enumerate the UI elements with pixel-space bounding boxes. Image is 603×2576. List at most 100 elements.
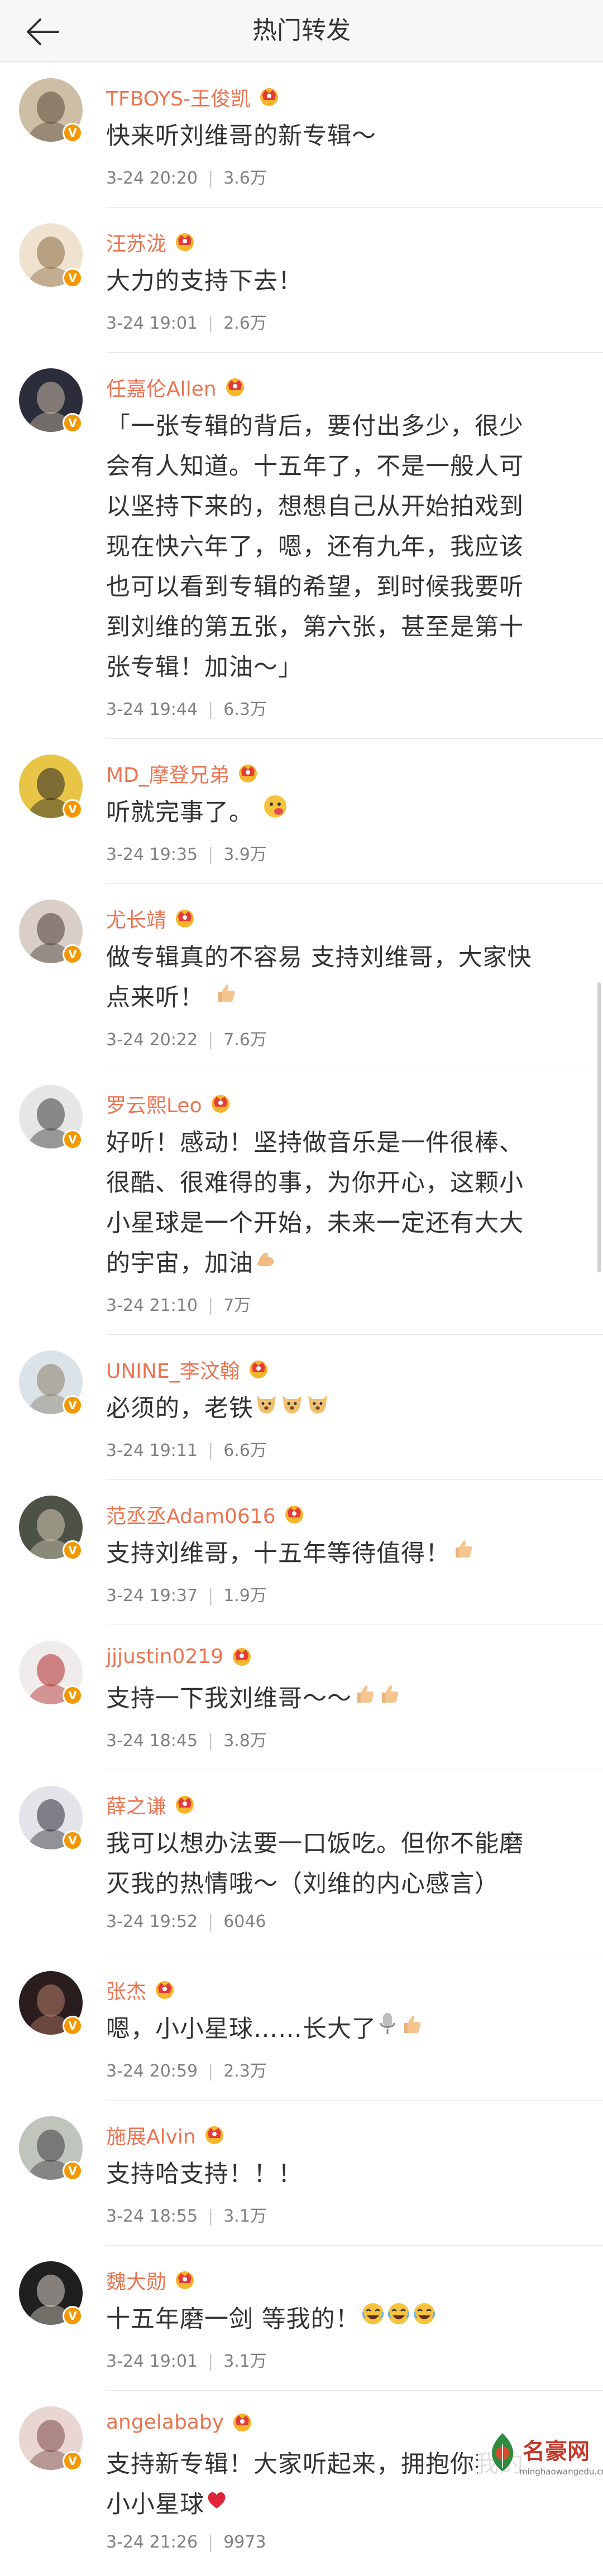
verified-badge-icon: V <box>63 1395 83 1415</box>
user-name[interactable]: 魏大勋 <box>106 2271 166 2294</box>
repost-text: 我可以想办法要一口饭吃。但你不能磨 灭我的热情哦～（刘维的内心感言） <box>106 1824 581 1904</box>
post-time: 3-24 20:20 <box>106 169 198 188</box>
user-name[interactable]: TFBOYS-王俊凯 <box>106 88 251 110</box>
post-meta: 3-24 19:11 | 6.6万 <box>106 1436 267 1461</box>
content-line: 我可以想办法要一口饭吃。但你不能磨 <box>106 1830 524 1858</box>
user-name[interactable]: jjjustin0219 <box>106 1645 223 1668</box>
user-name[interactable]: UNINE_李汶翰 <box>106 1360 240 1383</box>
repost-item[interactable]: V 薛之谦 我可以想办法要一口饭吃。但你不能磨 灭我的热情哦～（刘维的内心感言） … <box>0 1770 603 1955</box>
repost-item[interactable]: V 任嘉伦Allen 「一张专辑的背后，要付出多少，很少 会有人知道。十五年了，不… <box>0 353 603 739</box>
repost-item[interactable]: V 尤长靖 做专辑真的不容易 支持刘维哥，大家快 点来听！ 3-24 20:22 |… <box>0 884 603 1069</box>
like-count[interactable]: 9973 <box>223 2532 266 2552</box>
avatar[interactable]: V <box>19 1971 83 2036</box>
user-name-row: 施展Alvin <box>106 2121 226 2149</box>
like-count[interactable]: 3.1万 <box>223 2352 267 2371</box>
repost-item[interactable]: V 张杰 嗯，小小星球……长大了 3-24 20:59 | 2.3万 <box>0 1955 603 2101</box>
repost-item[interactable]: V 罗云熙Leo 好听！感动！坚持做音乐是一件很棒、 很酷、很难得的事，为你开心，… <box>0 1069 603 1335</box>
crown-icon <box>156 1981 174 1999</box>
doge-icon <box>279 1388 305 1428</box>
content-line: 点来听！ <box>106 978 581 1020</box>
post-meta: 3-24 18:45 | 3.8万 <box>106 1727 267 1751</box>
verified-badge-icon: V <box>63 944 83 964</box>
post-meta: 3-24 21:26 | 9973 <box>106 2532 266 2552</box>
like-count[interactable]: 6046 <box>223 1912 266 1931</box>
like-count[interactable]: 6.6万 <box>223 1441 267 1460</box>
avatar[interactable]: V <box>19 368 83 433</box>
microphone-icon <box>376 2008 399 2049</box>
like-count[interactable]: 6.3万 <box>223 700 267 719</box>
meta-separator: | <box>208 169 214 188</box>
repost-item[interactable]: V jjjustin0219 支持一下我刘维哥～～ 3-24 18:45 | 3.8… <box>0 1625 603 1770</box>
doge-icon <box>253 1388 279 1428</box>
post-meta: 3-24 20:22 | 7.6万 <box>106 1026 267 1050</box>
like-count[interactable]: 7万 <box>223 1296 251 1315</box>
post-time: 3-24 19:52 <box>106 1912 198 1931</box>
avatar[interactable]: V <box>19 1786 83 1851</box>
repost-item[interactable]: V TFBOYS-王俊凯 快来听刘维哥的新专辑～ 3-24 20:20 | 3.6万 <box>0 63 603 208</box>
content-line: 很酷、很难得的事，为你开心，这颗小 <box>106 1169 524 1197</box>
post-meta: 3-24 21:10 | 7万 <box>106 1291 251 1316</box>
post-time: 3-24 21:26 <box>106 2532 198 2552</box>
avatar[interactable]: V <box>19 754 83 819</box>
repost-text: 「一张专辑的背后，要付出多少，很少 会有人知道。十五年了，不是一般人可 以坚持下来的… <box>106 406 581 688</box>
avatar[interactable]: V <box>19 1641 83 1705</box>
like-count[interactable]: 3.6万 <box>223 169 267 188</box>
like-count[interactable]: 3.9万 <box>223 845 267 864</box>
repost-item[interactable]: V 范丞丞Adam0616 支持刘维哥，十五年等待值得！ 3-24 19:37 |… <box>0 1480 603 1625</box>
user-name-row: angelababy <box>106 2411 253 2439</box>
content-line: 现在快六年了，嗯，还有九年，我应该 <box>106 533 524 561</box>
post-meta: 3-24 19:37 | 1.9万 <box>106 1582 267 1606</box>
avatar[interactable]: V <box>19 78 83 143</box>
content-line: 小小星球 <box>106 2484 581 2526</box>
like-count[interactable]: 1.9万 <box>223 1586 267 1606</box>
like-count[interactable]: 3.8万 <box>223 1731 267 1751</box>
verified-badge-icon: V <box>63 268 83 288</box>
verified-badge-icon: V <box>63 2306 83 2326</box>
user-name[interactable]: 任嘉伦Allen <box>106 378 217 401</box>
user-name[interactable]: MD_摩登兄弟 <box>106 764 229 787</box>
crown-badge <box>283 1503 305 1524</box>
meta-separator: | <box>208 314 214 333</box>
user-name[interactable]: 张杰 <box>106 1981 146 2003</box>
repost-text: 支持一下我刘维哥～～ <box>106 1679 581 1720</box>
like-count[interactable]: 2.3万 <box>223 2061 267 2081</box>
repost-item[interactable]: V 魏大勋 十五年磨一剑 等我的！ 3-24 19:01 | 3.1万 <box>0 2246 603 2391</box>
user-name[interactable]: 薛之谦 <box>106 1795 166 1818</box>
crown-badge <box>174 2269 196 2290</box>
avatar[interactable]: V <box>19 223 83 288</box>
user-name[interactable]: 施展Alvin <box>106 2126 196 2149</box>
user-name[interactable]: 尤长靖 <box>106 909 166 932</box>
user-name[interactable]: 汪苏泷 <box>106 233 166 256</box>
avatar[interactable]: V <box>19 1351 83 1415</box>
repost-item[interactable]: V 施展Alvin 支持哈支持！！！ 3-24 18:55 | 3.1万 <box>0 2101 603 2246</box>
avatar[interactable]: V <box>19 1496 83 1560</box>
user-name-row: 范丞丞Adam0616 <box>106 1500 305 1528</box>
repost-item[interactable]: V 汪苏泷 大力的支持下去！ 3-24 19:01 | 2.6万 <box>0 208 603 353</box>
verified-badge-icon: V <box>63 2161 83 2181</box>
repost-item[interactable]: V MD_摩登兄弟 听就完事了。 3-24 19:35 | 3.9万 <box>0 739 603 884</box>
verified-badge-icon: V <box>63 1130 83 1150</box>
avatar[interactable]: V <box>19 2261 83 2326</box>
repost-text: 支持哈支持！！！ <box>106 2154 581 2194</box>
flex-muscle-icon <box>253 1243 278 1283</box>
post-meta: 3-24 19:01 | 2.6万 <box>106 309 267 334</box>
crown-icon <box>176 233 194 251</box>
user-name[interactable]: angelababy <box>106 2411 224 2434</box>
post-time: 3-24 20:22 <box>106 1030 198 1050</box>
like-count[interactable]: 3.1万 <box>223 2207 267 2226</box>
crown-icon <box>238 765 257 782</box>
post-meta: 3-24 19:44 | 6.3万 <box>106 695 267 720</box>
avatar[interactable]: V <box>19 2406 83 2471</box>
content-line: 听就完事了。 <box>106 792 581 834</box>
avatar[interactable]: V <box>19 1085 83 1150</box>
repost-text: 做专辑真的不容易 支持刘维哥，大家快 点来听！ <box>106 938 581 1020</box>
like-count[interactable]: 2.6万 <box>223 314 267 333</box>
avatar[interactable]: V <box>19 2116 83 2181</box>
like-count[interactable]: 7.6万 <box>223 1030 267 1050</box>
user-name[interactable]: 范丞丞Adam0616 <box>106 1505 276 1528</box>
scrollbar[interactable] <box>597 982 601 1272</box>
user-name[interactable]: 罗云熙Leo <box>106 1094 202 1117</box>
avatar[interactable]: V <box>19 900 83 964</box>
repost-item[interactable]: V UNINE_李汶翰 必须的，老铁 3-24 19:11 | 6.6万 <box>0 1335 603 1480</box>
meta-separator: | <box>208 2207 214 2226</box>
